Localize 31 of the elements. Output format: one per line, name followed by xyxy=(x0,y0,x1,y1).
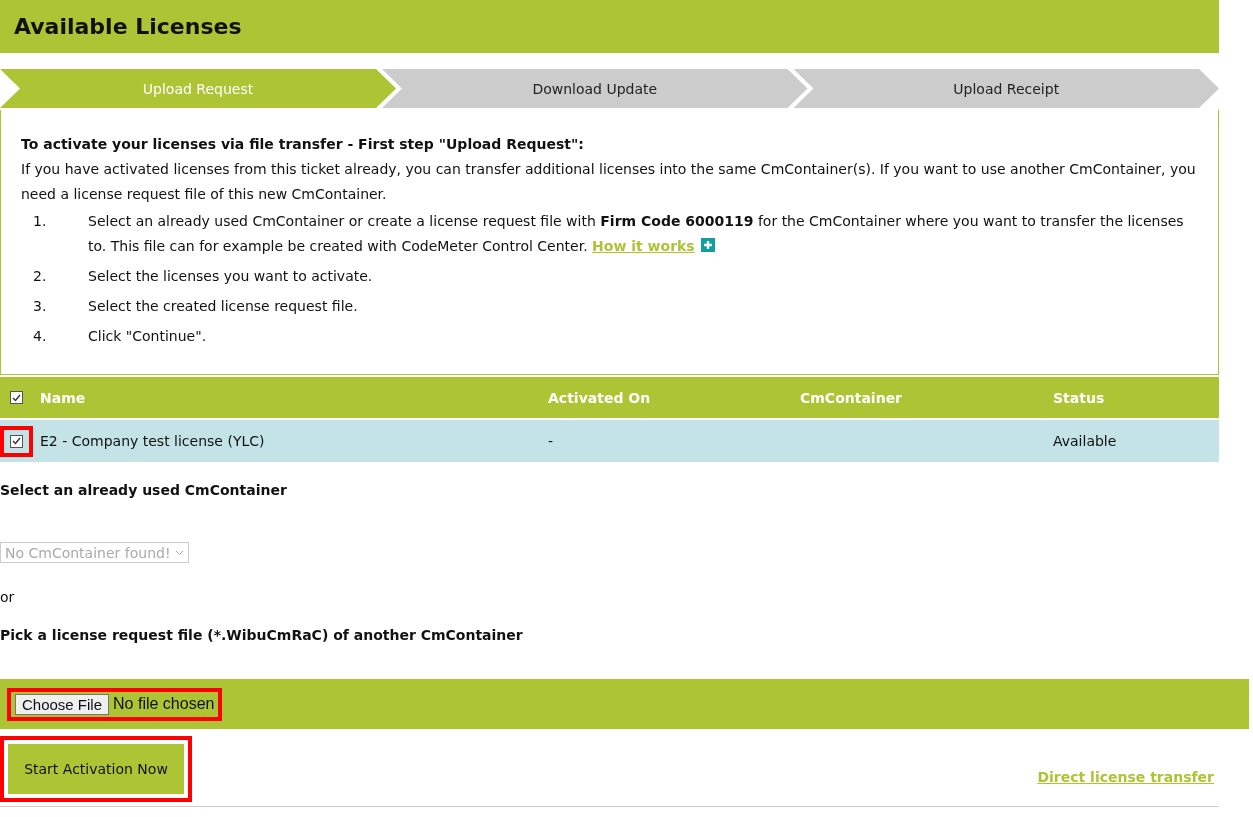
start-activation-button[interactable]: Start Activation Now xyxy=(8,744,184,794)
instruction-text: Select the created license request file. xyxy=(88,298,358,314)
instructions-heading: To activate your licenses via file transfer - First step "Upload Request": xyxy=(21,135,585,154)
table-cell-text: E2 - Company test license (YLC) xyxy=(40,433,266,449)
or-text: or xyxy=(0,589,16,605)
column-header: Status xyxy=(1053,389,1106,406)
instruction-text: Select an already used CmContainer or create a license request file with Firm Code 6000119 for the CmContainer where you want to transfer the licenses to. This file can for example be created with CodeMeter Control Center. How it works xyxy=(88,213,1184,254)
column-header: Activated On xyxy=(548,389,652,406)
caret-icon xyxy=(174,549,184,556)
step-number: 2. xyxy=(32,267,48,286)
row-checkbox[interactable] xyxy=(10,434,23,448)
step-tab[interactable]: Download Update xyxy=(382,69,808,108)
step-number: 1. xyxy=(32,212,48,231)
file-status: No file chosen xyxy=(113,695,215,713)
choose-file-button[interactable]: Choose File xyxy=(15,693,110,715)
select-all-checkbox[interactable] xyxy=(10,391,23,404)
instruction-text: Click "Continue". xyxy=(88,328,207,344)
page-title: Available Licenses xyxy=(14,14,242,39)
section-label: Select an already used CmContainer xyxy=(0,482,288,498)
plus-icon xyxy=(700,238,715,252)
table-cell-text: - xyxy=(548,433,555,449)
table-row[interactable]: E2 - Company test license (YLC) - Available xyxy=(0,420,1219,462)
step-tab[interactable]: Upload Receipt xyxy=(793,69,1219,108)
section-label: Pick a license request file (*.WibuCmRaC) of another CmContainer xyxy=(0,627,524,643)
step-number: 4. xyxy=(32,327,48,346)
step-number: 3. xyxy=(32,297,48,316)
instructions-text: If you have activated licenses from this ticket already, you can transfer additional licenses into the same CmContainer(s). If you want to use another CmContainer, you need a license request file of this new CmContainer. xyxy=(21,160,1197,204)
table-cell-text: Available xyxy=(1053,433,1118,449)
column-header: Name xyxy=(40,389,87,406)
column-header: CmContainer xyxy=(800,389,904,406)
instruction-text: Select the licenses you want to activate. xyxy=(88,268,373,284)
